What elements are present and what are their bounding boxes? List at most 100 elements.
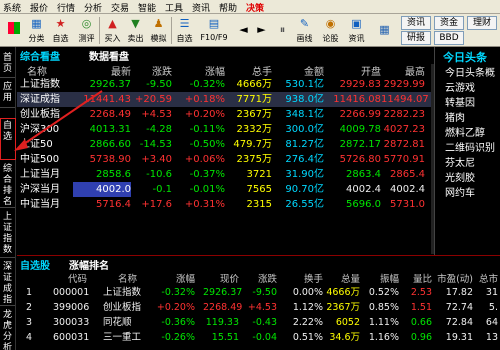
col-vol[interactable]: 总手	[242, 63, 272, 78]
watchlist-row[interactable]: 1 000001 上证指数 -0.32% 2926.37 -9.50 0.00% 4666万 0…	[17, 285, 500, 300]
quote-pct: -0.32%	[189, 79, 225, 90]
quote-row[interactable]: 中证500 5738.90 +3.40 +0.06% 2375万 276.4亿 5726.8…	[17, 152, 432, 167]
hot-topic-item[interactable]: 芬太尼	[445, 154, 475, 169]
quote-vol: 2375万	[236, 154, 272, 165]
quote-pct: +0.20%	[184, 109, 225, 120]
watchlist-button[interactable]: ☰ 自选	[174, 16, 195, 45]
hot-topic-item[interactable]: 光刻胶	[445, 169, 475, 184]
bcol-cap[interactable]: 总市	[472, 271, 498, 285]
quote-open: 2863.4	[346, 169, 381, 180]
bcol-code[interactable]: 代码	[57, 271, 87, 285]
quote-amt: 31.90亿	[285, 169, 324, 180]
menu-market[interactable]: 行情	[57, 1, 75, 13]
tab-gainers[interactable]: 涨幅排名	[69, 257, 109, 272]
col-chg[interactable]: 涨跌	[142, 63, 172, 78]
simulate-button[interactable]: ♟ 模拟	[148, 16, 169, 45]
menu-smart[interactable]: 智能	[138, 1, 156, 13]
menu-system[interactable]: 系统	[3, 1, 21, 13]
hot-topic-item[interactable]: 转基因	[445, 94, 475, 109]
col-pct[interactable]: 涨幅	[195, 63, 225, 78]
quote-row[interactable]: 上证当月 2858.6 -10.6 -0.37% 3721 31.90亿 2863.4 286…	[17, 167, 432, 182]
watchlist-turn: 0.00%	[292, 287, 323, 298]
forum-button[interactable]: ◉ 论股	[320, 16, 341, 45]
watchlist-row[interactable]: 4 600031 三一重工 -0.26% 15.51 -0.04 0.51% 34.6万 1.1…	[17, 330, 500, 345]
bcol-vol[interactable]: 总量	[330, 271, 360, 285]
quick-research-button[interactable]: 研报	[401, 31, 431, 45]
favorites-button[interactable]: ★ 自选	[50, 16, 71, 45]
quote-row[interactable]: 沪深当月 4002.0 -0.1 -0.01% 7565 90.70亿 4002.4 4002…	[17, 182, 432, 197]
quote-chg: -10.6	[146, 169, 172, 180]
tab-overview[interactable]: 综合看盘	[20, 48, 60, 63]
bcol-pe[interactable]: 市盈(动)	[427, 271, 473, 285]
menu-info[interactable]: 资讯	[192, 1, 210, 13]
hot-topic-item[interactable]: 燃料乙醇	[445, 124, 485, 139]
buy-button[interactable]: ▲ 买入	[102, 16, 123, 45]
watchlist-row[interactable]: 3 300033 同花顺 -0.36% 119.33 -0.43 2.22% 6052 1.11…	[17, 315, 500, 330]
watchlist-amp: 1.11%	[368, 317, 399, 328]
col-amt[interactable]: 金额	[294, 63, 324, 78]
quote-open: 2266.99	[339, 109, 381, 120]
bcol-chg[interactable]: 涨跌	[247, 271, 277, 285]
sidebar-item-sz-index[interactable]: 深证成指	[0, 260, 15, 306]
menu-quote[interactable]: 报价	[30, 1, 48, 13]
hot-topic-item[interactable]: 云游戏	[445, 79, 475, 94]
favorites-icon: ★	[55, 17, 66, 30]
col-high[interactable]: 最高	[395, 63, 425, 78]
bcol-name[interactable]: 名称	[107, 271, 137, 285]
hot-topic-item[interactable]: 网约车	[445, 184, 475, 199]
tab-data[interactable]: 数据看盘	[89, 48, 129, 63]
menu-analysis[interactable]: 分析	[84, 1, 102, 13]
col-name[interactable]: 名称	[27, 63, 47, 78]
watchlist-pct: +0.20%	[156, 302, 195, 313]
evaluate-button[interactable]: ◎ 测评	[76, 16, 97, 45]
quote-open: 11416.08	[333, 94, 381, 105]
menu-trade[interactable]: 交易	[111, 1, 129, 13]
menu-help[interactable]: 帮助	[219, 1, 237, 13]
category-button[interactable]: ▦ 分类	[26, 16, 47, 45]
menu-decision[interactable]: 决策	[246, 1, 264, 13]
news-label: 资讯	[348, 34, 365, 43]
sidebar-item-sh-index[interactable]: 上证指数	[0, 210, 15, 256]
hot-topic-item[interactable]: 二维码识别	[445, 139, 495, 154]
hot-topic-item[interactable]: 今日头条概	[445, 64, 495, 79]
col-open[interactable]: 开盘	[351, 63, 381, 78]
bcol-price[interactable]: 现价	[209, 271, 239, 285]
quick-info-button[interactable]: 资讯	[401, 16, 431, 30]
quote-row[interactable]: 沪深300 4013.31 -4.28 -0.11% 2332万 300.0亿 4009.7…	[17, 122, 432, 137]
windows-button[interactable]	[3, 16, 24, 45]
pause-button[interactable]: ⏸	[272, 16, 293, 45]
quote-row[interactable]: 上证指数 2926.37 -9.50 -0.32% 4666万 530.1亿 2929.83…	[17, 77, 432, 92]
menu-tools[interactable]: 工具	[165, 1, 183, 13]
quote-row[interactable]: 中证当月 5716.4 +17.6 +0.31% 2315 26.55亿 5696.0 573…	[17, 197, 432, 212]
watchlist-name: 上证指数	[103, 287, 142, 298]
news-button[interactable]: ▣ 资讯	[346, 16, 367, 45]
hot-topic-item[interactable]: 猪肉	[445, 109, 465, 124]
quote-chg: -14.53	[139, 139, 172, 150]
scroll-right-button[interactable]: ►	[251, 16, 272, 45]
bcol-pct[interactable]: 涨幅	[165, 271, 195, 285]
quick-finance-button[interactable]: 理财	[467, 16, 497, 30]
quote-row[interactable]: 创业板指 2268.49 +4.53 +0.20% 2367万 348.1亿 2266.99…	[17, 107, 432, 122]
sell-button[interactable]: ▼ 卖出	[125, 16, 146, 45]
grid-icon: ▦	[379, 23, 390, 36]
bcol-turn[interactable]: 换手	[293, 271, 323, 285]
bcol-amp[interactable]: 振幅	[369, 271, 399, 285]
quote-vol: 7565	[246, 184, 272, 195]
watchlist-code: 399006	[53, 302, 90, 313]
sidebar-item-dragon[interactable]: 龙虎分析	[0, 308, 15, 350]
quote-high: 11494.07	[381, 94, 429, 105]
watchlist-row[interactable]: 2 399006 创业板指 +0.20% 2268.49 +4.53 1.12% 2367万 0…	[17, 300, 500, 315]
col-last[interactable]: 最新	[101, 63, 131, 78]
sidebar-item-rank[interactable]: 综合排名	[0, 162, 15, 208]
quote-row[interactable]: 上证50 2866.60 -14.53 -0.50% 479.7万 81.27亿 2872.…	[17, 137, 432, 152]
draw-line-button[interactable]: ✎ 画线	[294, 16, 315, 45]
sidebar-item-home[interactable]: 首页	[0, 51, 15, 75]
tab-watchlist[interactable]: 自选股	[20, 257, 50, 272]
sidebar-item-apps[interactable]: 应用	[0, 80, 15, 104]
f10-button[interactable]: ▤ F10/F9	[200, 16, 228, 45]
quick-fund-button[interactable]: 资金	[434, 16, 464, 30]
quote-vol: 479.7万	[233, 139, 272, 150]
grid-button[interactable]: ▦	[374, 16, 395, 45]
quote-row[interactable]: 深证成指 11441.43 +20.59 +0.18% 7771万 938.0亿 11416…	[17, 92, 432, 107]
quick-bbd-button[interactable]: BBD	[434, 31, 464, 45]
